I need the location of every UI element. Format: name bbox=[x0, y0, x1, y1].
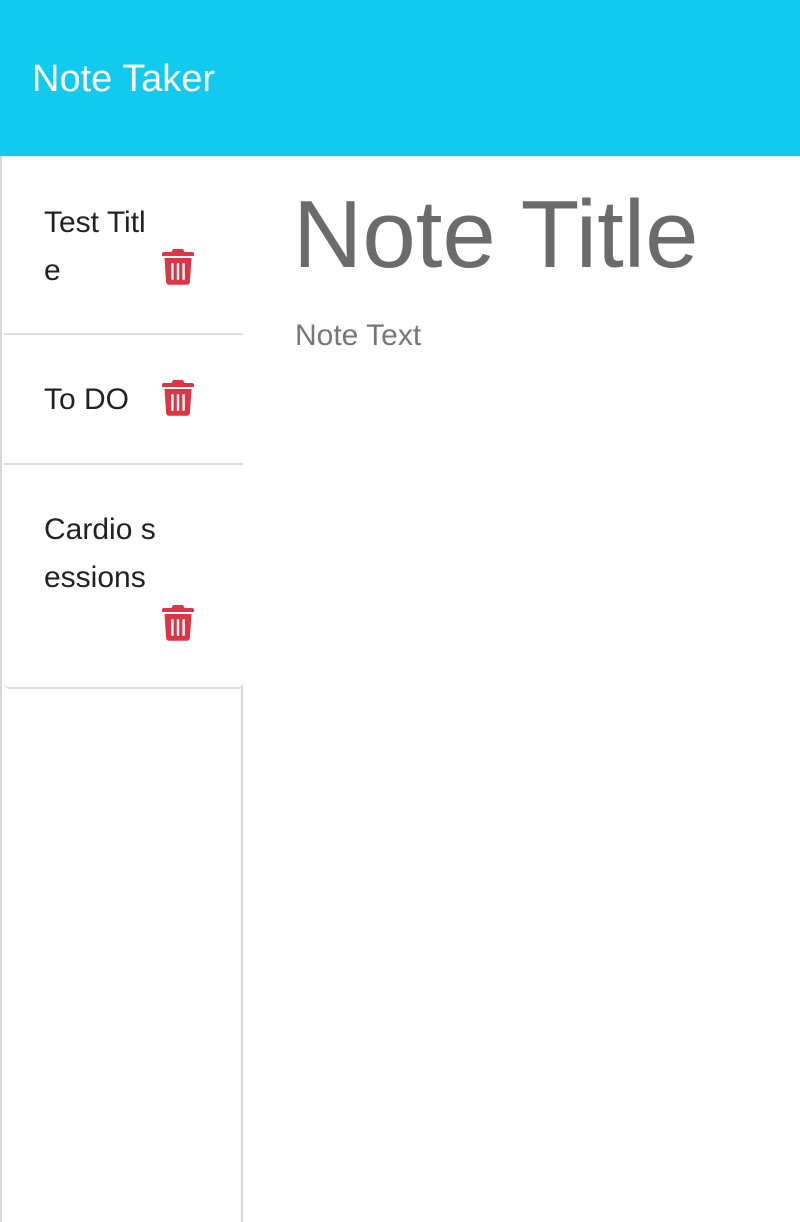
list-item[interactable]: Test Title bbox=[4, 156, 243, 333]
note-list: Test Title To DO Cardio sessions bbox=[4, 156, 243, 689]
navbar: Note Taker bbox=[0, 0, 800, 156]
note-text-area[interactable] bbox=[295, 316, 785, 1196]
brand-title[interactable]: Note Taker bbox=[32, 56, 215, 102]
note-item-title[interactable]: To DO bbox=[44, 376, 156, 424]
note-title-input[interactable] bbox=[293, 180, 783, 290]
trash-icon[interactable] bbox=[162, 604, 194, 641]
note-item-title[interactable]: Cardio sessions bbox=[44, 506, 156, 602]
trash-icon[interactable] bbox=[162, 379, 194, 416]
note-item-title[interactable]: Test Title bbox=[44, 199, 156, 295]
notes-sidebar: Test Title To DO Cardio sessions bbox=[0, 156, 243, 1222]
list-item[interactable]: Cardio sessions bbox=[4, 463, 243, 687]
trash-icon[interactable] bbox=[162, 248, 194, 285]
note-editor bbox=[243, 156, 800, 1222]
list-item[interactable]: To DO bbox=[4, 333, 243, 463]
